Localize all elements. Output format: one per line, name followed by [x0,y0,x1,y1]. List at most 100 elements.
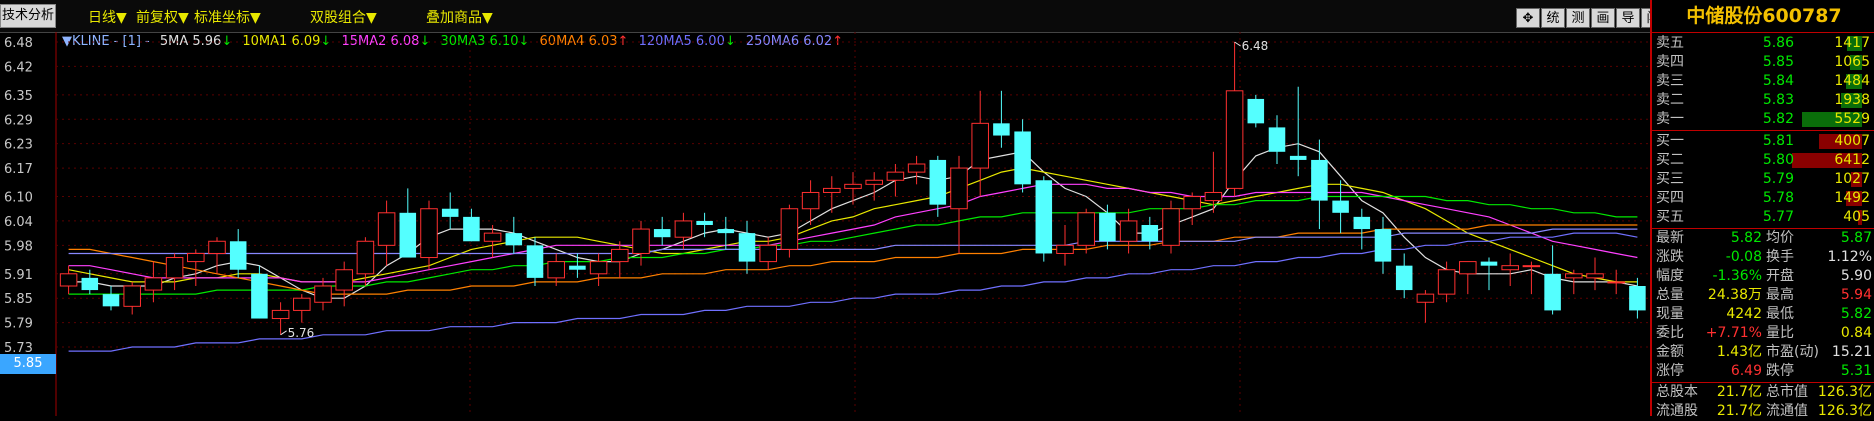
candle-body [1311,159,1328,201]
candle-body [377,212,396,246]
candle-body [1268,127,1286,152]
stat-label: 涨跌 [1656,249,1684,265]
row-value: 5.81 [1762,133,1794,149]
menu-adjust[interactable]: 前复权▼ [136,7,189,27]
y-tick-label: 5.79 [4,317,33,332]
row-value-2: 1938 [1834,92,1870,108]
bid-row[interactable]: 买三 5.79 1027 [1656,170,1872,189]
candle-body [251,273,268,319]
row-value-2: 405 [1843,209,1870,225]
toolbar-buttons: ✥ 统 测 画 导 闯 [1516,8,1665,28]
candle-body [547,261,565,279]
stat-label-2: 均价 [1766,230,1794,246]
candle-body [1416,293,1435,303]
stat-row: 最新 5.82 均价 5.87 [1656,229,1872,248]
stat-value-2: 5.31 [1840,363,1872,379]
row-value: 5.86 [1762,35,1794,51]
capital-label: 总股本 [1656,384,1698,400]
candle-body [1289,155,1307,160]
candle-body [589,261,608,275]
ask-row[interactable]: 卖三 5.84 1484 [1656,72,1872,91]
stat-value: 5.82 [1730,230,1762,246]
menu-overlay[interactable]: 叠加商品▼ [426,7,493,27]
candle-body [208,240,226,254]
stat-row: 涨跌 -0.08 换手 1.12% [1656,248,1872,267]
candle-body [696,220,713,225]
bid-row[interactable]: 买四 5.78 1492 [1656,189,1872,208]
row-label: 卖五 [1656,35,1684,51]
y-tick-label: 6.10 [4,191,33,206]
ask-row[interactable]: 卖一 5.82 5529 [1656,110,1872,129]
row-label: 买四 [1656,190,1684,206]
y-tick-label: 6.04 [4,215,33,230]
bid-row[interactable]: 买一 5.81 4007 [1656,132,1872,151]
stat-row: 委比 +7.71% 量比 0.84 [1656,324,1872,343]
y-tick-label: 6.29 [4,113,33,128]
stat-label-2: 最低 [1766,306,1794,322]
candle-body [293,297,311,311]
menu-dual-stock[interactable]: 双股组合▼ [310,7,377,27]
bid-row[interactable]: 买五 5.77 405 [1656,208,1872,227]
candle-body [1056,244,1074,254]
candle-body [569,265,586,270]
ask-row[interactable]: 卖二 5.83 1938 [1656,91,1872,110]
candle-body [505,233,523,246]
stat-value-2: 5.90 [1840,268,1872,284]
candle-body [335,269,353,291]
candle-body [886,171,905,181]
candle-body [1459,261,1477,275]
candle-body [929,159,947,205]
y-tick-label: 6.35 [4,89,33,104]
row-value-2: 1027 [1834,171,1870,187]
candle-body [1565,273,1583,279]
candle-body [611,248,629,263]
candle-body [717,229,735,234]
row-value-2: 4007 [1834,133,1870,149]
candle-body [526,245,544,278]
stat-value: 24.38万 [1707,287,1762,303]
draw-button[interactable]: 画 [1591,8,1615,28]
capital-row: 总股本 21.7亿 总市值 126.3亿 [1656,383,1872,402]
candle-body [1014,131,1031,185]
candle-body [653,229,671,238]
stat-label: 总量 [1656,287,1684,303]
menu-coordinate[interactable]: 标准坐标▼ [194,7,261,27]
candle-body [1183,196,1201,210]
stat-value: 6.49 [1730,363,1762,379]
row-value: 5.79 [1762,171,1794,187]
candle-body [865,179,883,185]
stat-label: 最新 [1656,230,1684,246]
stats-button[interactable]: 统 [1541,8,1565,28]
candle-body [1225,90,1244,189]
candle-body [844,183,862,189]
candle-body [1035,180,1053,254]
candle-body [759,244,777,263]
stat-row: 涨停 6.49 跌停 5.31 [1656,362,1872,381]
stat-row: 金额 1.43亿 市盈(动) 15.21 [1656,343,1872,362]
candle-body [1544,273,1561,311]
stat-label: 金额 [1656,344,1684,360]
row-value: 5.82 [1762,111,1794,127]
tab-technical-analysis[interactable]: 技术分析 [0,4,56,28]
y-tick-label: 6.17 [4,162,33,177]
row-label: 卖四 [1656,54,1684,70]
ask-row[interactable]: 卖五 5.86 1417 [1656,34,1872,53]
candle-body [1332,200,1349,213]
measure-button[interactable]: 测 [1566,8,1590,28]
candle-body [1501,265,1519,271]
stat-label-2: 换手 [1766,249,1794,265]
kline-chart[interactable]: 6.48 6.42 6.35 6.29 6.23 6.17 6.10 6.04 5.98 5.91… [0,32,1650,416]
low-marker [280,330,287,336]
candle-body [1077,212,1095,246]
y-tick-label: 5.98 [4,239,33,254]
candle-body [632,228,650,254]
y-tick-label: 6.23 [4,138,33,153]
capital-value-2: 126.3亿 [1817,403,1872,419]
bid-row[interactable]: 买二 5.80 6412 [1656,151,1872,170]
move-icon[interactable]: ✥ [1516,8,1540,28]
ask-row[interactable]: 卖四 5.85 1065 [1656,53,1872,72]
export-button[interactable]: 导 [1616,8,1640,28]
y-tick-label: 6.48 [4,36,33,51]
menu-period[interactable]: 日线▼ [88,7,127,27]
candle-body [801,191,820,210]
